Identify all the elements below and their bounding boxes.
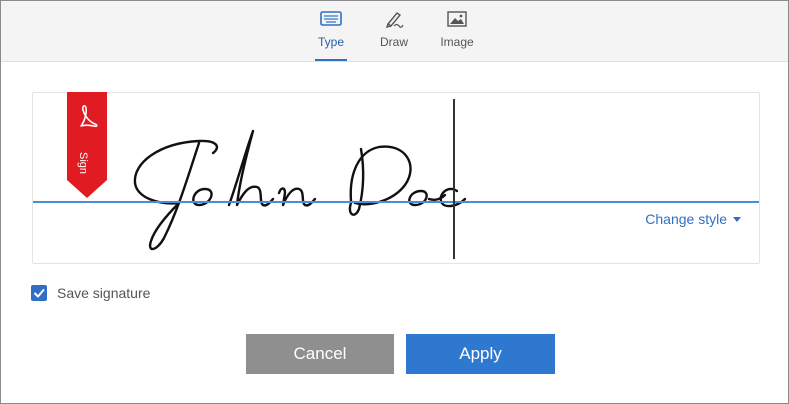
signature-canvas[interactable]: Sign Change style (32, 92, 760, 264)
image-icon (447, 11, 467, 27)
tab-bar: Type Draw Image (1, 1, 788, 62)
change-style-label: Change style (645, 211, 727, 227)
tab-draw-label: Draw (379, 35, 408, 49)
pen-icon (385, 12, 404, 28)
save-signature-label: Save signature (57, 285, 151, 301)
apply-button[interactable]: Apply (406, 334, 555, 374)
checkmark-icon (34, 289, 45, 298)
keyboard-icon (320, 11, 342, 26)
tab-type[interactable]: Type (303, 9, 359, 61)
tab-image[interactable]: Image (429, 9, 485, 61)
tab-image-label: Image (440, 35, 474, 49)
sign-badge-label: Sign (77, 152, 89, 175)
signature-baseline (33, 201, 759, 203)
sign-ribbon-shape (67, 92, 107, 198)
save-signature-checkbox[interactable] (31, 285, 47, 301)
tab-draw[interactable]: Draw (366, 9, 422, 61)
signature-preview (133, 129, 467, 251)
cancel-button[interactable]: Cancel (246, 334, 394, 374)
text-cursor (453, 99, 455, 259)
caret-down-icon (733, 216, 741, 222)
tab-type-label: Type (317, 35, 344, 49)
sign-dialog: Type Draw Image Sign Change style Save s… (0, 0, 789, 404)
save-signature-row: Save signature (31, 285, 150, 301)
sign-badge: Sign (67, 92, 107, 198)
change-style-dropdown[interactable]: Change style (645, 211, 741, 227)
